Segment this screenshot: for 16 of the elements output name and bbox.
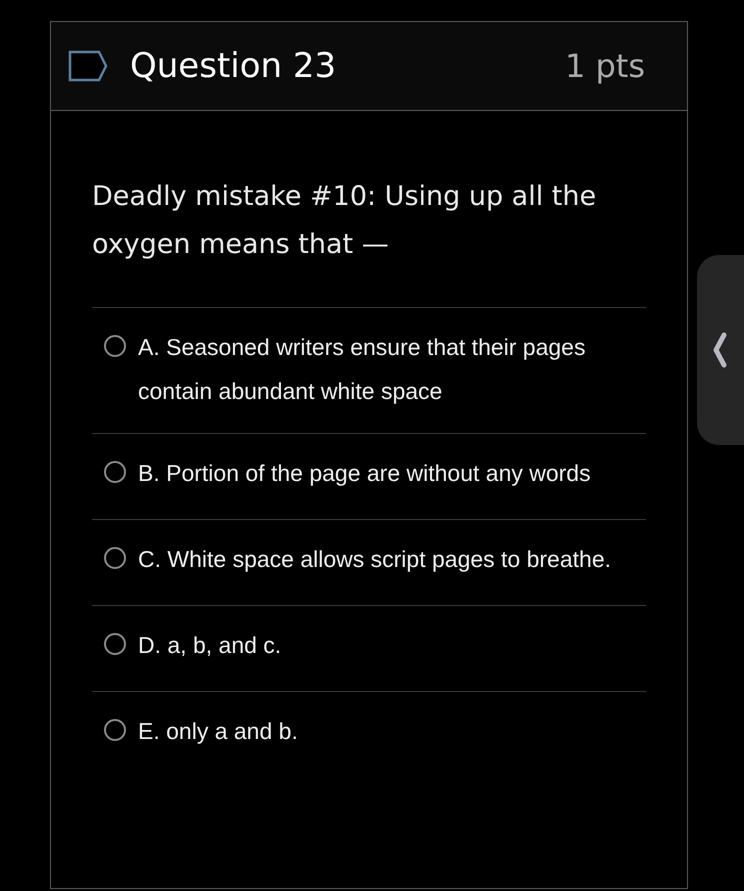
answer-label[interactable]: B. Portion of the page are without any words [138, 451, 591, 495]
answer-label[interactable]: A. Seasoned writers ensure that their pages contain abundant white space [138, 325, 626, 413]
flag-icon[interactable] [68, 50, 108, 82]
radio-button[interactable] [104, 547, 126, 569]
answer-label[interactable]: E. only a and b. [138, 709, 298, 753]
question-text: Deadly mistake #10: Using up all the oxygen means that — [92, 180, 598, 262]
radio-button[interactable] [104, 719, 126, 741]
side-panel-toggle[interactable] [697, 255, 744, 445]
answer-label[interactable]: D. a, b, and c. [138, 623, 282, 667]
radio-button[interactable] [104, 461, 126, 483]
question-title: Question 23 [130, 46, 338, 86]
radio-button[interactable] [104, 335, 126, 357]
answer-label[interactable]: C. White space allows script pages to breathe. [138, 537, 612, 581]
chevron-left-icon [712, 331, 728, 369]
points-label: 1 pts [564, 47, 645, 85]
radio-button[interactable] [104, 633, 126, 655]
